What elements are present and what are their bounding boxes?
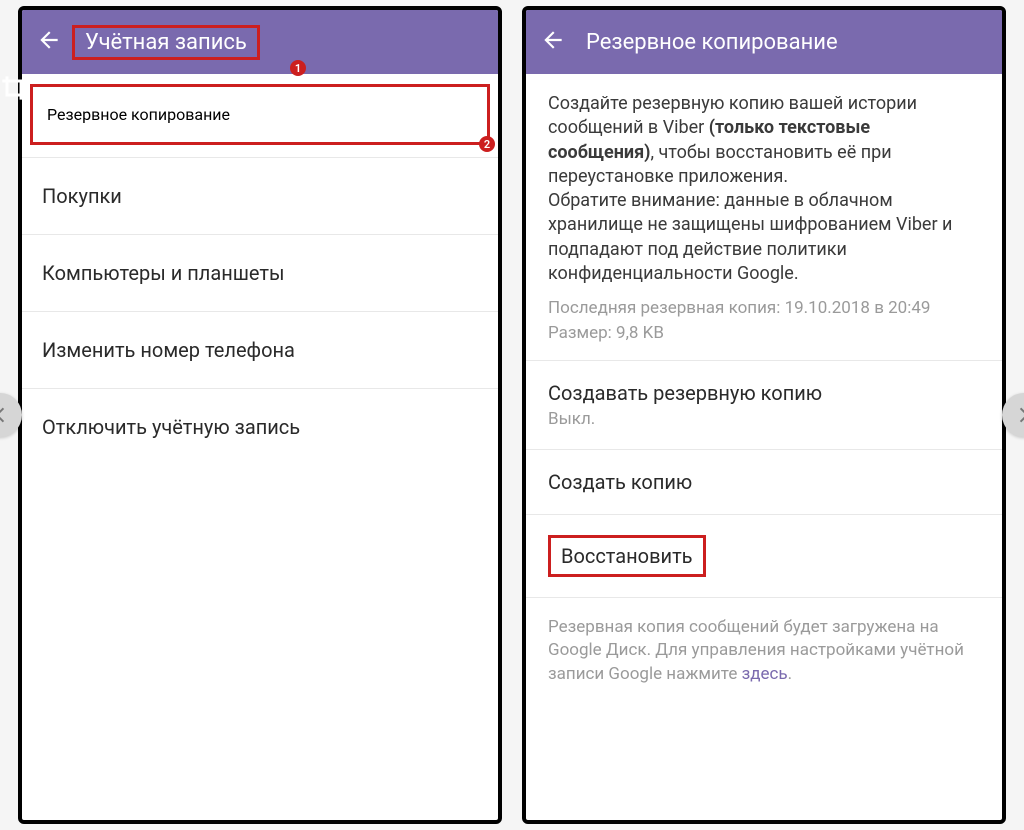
list-item-backup[interactable]: Резервное копирование 2: [30, 84, 490, 145]
page-title-left: Учётная запись: [72, 25, 260, 60]
list-item-label: Резервное копирование: [47, 105, 230, 124]
list-item-purchases[interactable]: Покупки: [22, 158, 498, 235]
page-title-right: Резервное копирование: [586, 30, 838, 55]
annotation-badge-2: 2: [479, 136, 495, 152]
auto-backup-value: Выкл.: [548, 409, 980, 429]
meta-last-backup: Последняя резервная копия: 19.10.2018 в …: [548, 296, 980, 321]
footer-link[interactable]: здесь: [742, 664, 788, 684]
info-text-2: Обратите внимание: данные в облачном хра…: [548, 189, 980, 286]
appbar-right: Резервное копирование: [526, 10, 1002, 74]
list-item-change-number[interactable]: Изменить номер телефона: [22, 312, 498, 389]
back-arrow-icon[interactable]: [540, 27, 566, 57]
backup-info: Создайте резервную копию вашей истории с…: [526, 74, 1002, 361]
restore-label: Восстановить: [548, 535, 706, 577]
left-list: Резервное копирование 2 Покупки Компьюте…: [22, 74, 498, 820]
restore-row[interactable]: Восстановить: [526, 515, 1002, 598]
auto-backup-label: Создавать резервную копию: [548, 381, 980, 405]
crop-icon[interactable]: [0, 74, 30, 104]
create-backup-row[interactable]: Создать копию: [526, 450, 1002, 515]
create-backup-label: Создать копию: [548, 470, 980, 494]
list-item-devices[interactable]: Компьютеры и планшеты: [22, 235, 498, 312]
footer-text-b: .: [788, 664, 792, 684]
left-screen: Учётная запись 1 Резервное копирование 2…: [18, 6, 502, 824]
annotation-badge-1: 1: [290, 60, 306, 76]
footer-note: Резервная копия сообщений будет загружен…: [526, 598, 1002, 705]
back-arrow-icon[interactable]: [36, 27, 62, 57]
meta-size: Размер: 9,8 KB: [548, 321, 980, 346]
right-content: Создайте резервную копию вашей истории с…: [526, 74, 1002, 820]
auto-backup-row[interactable]: Создавать резервную копию Выкл.: [526, 361, 1002, 450]
appbar-left: Учётная запись 1: [22, 10, 498, 74]
list-item-deactivate[interactable]: Отключить учётную запись: [22, 389, 498, 465]
right-screen: Резервное копирование Создайте резервную…: [522, 6, 1006, 824]
